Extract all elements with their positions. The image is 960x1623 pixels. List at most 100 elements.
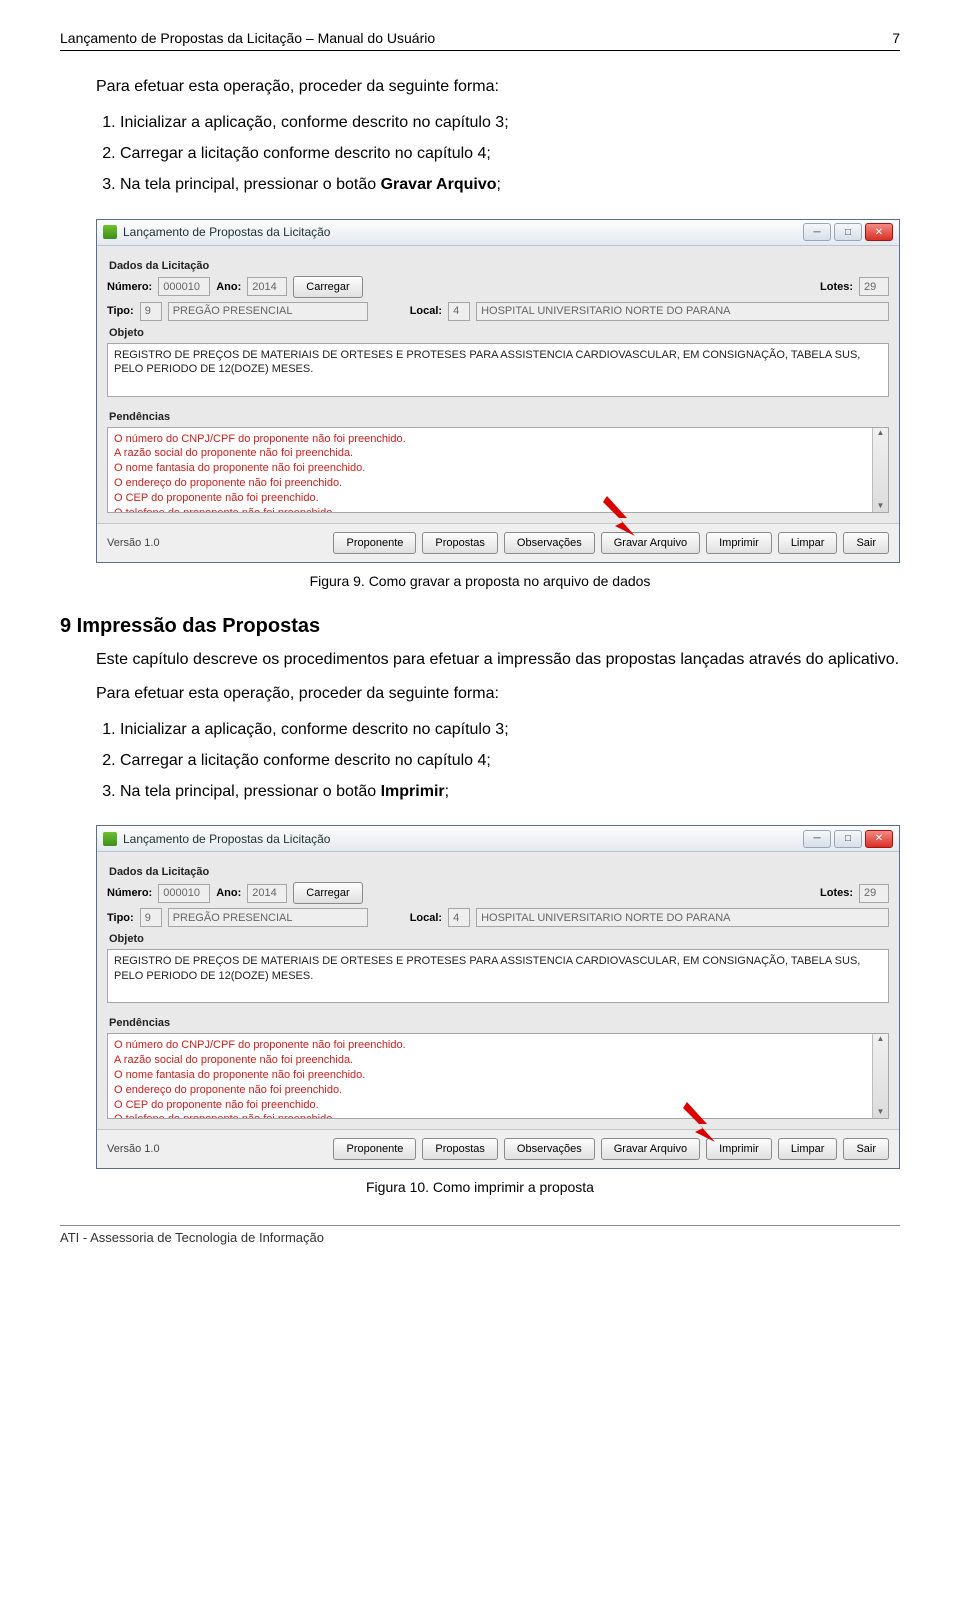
section-9-heading: 9 Impressão das Propostas [60, 615, 900, 638]
step-3-pre: Na tela principal, pressionar o botão [120, 176, 381, 193]
maximize-button[interactable]: □ [834, 830, 862, 848]
bottombar: Versão 1.0 Proponente Propostas Observaç… [97, 523, 899, 562]
app-title: Lançamento de Propostas da Licitação [123, 832, 803, 846]
app-window-2: Lançamento de Propostas da Licitação ─ □… [96, 825, 900, 1169]
gravar-arquivo-button[interactable]: Gravar Arquivo [601, 532, 700, 554]
imprimir-button[interactable]: Imprimir [706, 532, 772, 554]
pend-line: A razão social do proponente não foi pre… [114, 446, 882, 461]
label-ano: Ano: [216, 281, 241, 293]
observacoes-button[interactable]: Observações [504, 1138, 595, 1160]
sair-button[interactable]: Sair [843, 1138, 889, 1160]
step2-2: Carregar a licitação conforme descrito n… [120, 747, 900, 774]
pend-line: O número do CNPJ/CPF do proponente não f… [114, 1038, 882, 1053]
panel: Dados da Licitação Número: 000010 Ano: 2… [97, 246, 899, 523]
label-tipo: Tipo: [107, 305, 134, 317]
propostas-button[interactable]: Propostas [422, 1138, 498, 1160]
steps-list-1: Inicializar a aplicação, conforme descri… [120, 109, 900, 199]
page-header: Lançamento de Propostas da Licitação – M… [60, 30, 900, 51]
field-ano: 2014 [247, 277, 287, 296]
step-3-post: ; [496, 176, 500, 193]
scrollbar[interactable] [872, 1034, 888, 1118]
section-dados-title: Dados da Licitação [109, 866, 889, 878]
step2-3-pre: Na tela principal, pressionar o botão [120, 783, 381, 800]
limpar-button[interactable]: Limpar [778, 1138, 838, 1160]
field-local-name: HOSPITAL UNIVERSITARIO NORTE DO PARANA [476, 302, 889, 321]
maximize-button[interactable]: □ [834, 223, 862, 241]
close-button[interactable]: ✕ [865, 830, 893, 848]
field-tipo-code: 9 [140, 302, 162, 321]
field-numero: 000010 [158, 884, 210, 903]
pendencias-box: O número do CNPJ/CPF do proponente não f… [107, 1033, 889, 1119]
version-label: Versão 1.0 [107, 537, 160, 549]
label-local: Local: [410, 305, 442, 317]
step-3: Na tela principal, pressionar o botão Gr… [120, 171, 900, 198]
proponente-button[interactable]: Proponente [333, 1138, 416, 1160]
field-tipo-code: 9 [140, 908, 162, 927]
app-icon [103, 832, 117, 846]
app-title: Lançamento de Propostas da Licitação [123, 225, 803, 239]
intro-paragraph: Para efetuar esta operação, proceder da … [96, 75, 900, 99]
label-numero: Número: [107, 887, 152, 899]
sair-button[interactable]: Sair [843, 532, 889, 554]
scrollbar[interactable] [872, 428, 888, 512]
label-lotes: Lotes: [820, 887, 853, 899]
propostas-button[interactable]: Propostas [422, 532, 498, 554]
imprimir-button[interactable]: Imprimir [706, 1138, 772, 1160]
label-local: Local: [410, 912, 442, 924]
field-lotes: 29 [859, 884, 889, 903]
section-objeto-title: Objeto [109, 933, 889, 945]
step2-3-bold: Imprimir [381, 783, 445, 800]
pend-line: O nome fantasia do proponente não foi pr… [114, 461, 882, 476]
figure-10-caption: Figura 10. Como imprimir a proposta [60, 1179, 900, 1195]
window-buttons: ─ □ ✕ [803, 223, 893, 241]
field-ano: 2014 [247, 884, 287, 903]
pend-line: O endereço do proponente não foi preench… [114, 476, 882, 491]
proponente-button[interactable]: Proponente [333, 532, 416, 554]
steps-list-2: Inicializar a aplicação, conforme descri… [120, 716, 900, 806]
titlebar: Lançamento de Propostas da Licitação ─ □… [97, 826, 899, 852]
page-header-title: Lançamento de Propostas da Licitação – M… [60, 30, 435, 46]
observacoes-button[interactable]: Observações [504, 532, 595, 554]
field-lotes: 29 [859, 277, 889, 296]
titlebar: Lançamento de Propostas da Licitação ─ □… [97, 220, 899, 246]
limpar-button[interactable]: Limpar [778, 532, 838, 554]
field-tipo-name: PREGÃO PRESENCIAL [168, 302, 368, 321]
page-number: 7 [892, 30, 900, 46]
version-label: Versão 1.0 [107, 1143, 160, 1155]
label-numero: Número: [107, 281, 152, 293]
section-objeto-title: Objeto [109, 327, 889, 339]
carregar-button[interactable]: Carregar [293, 276, 362, 298]
section-dados-title: Dados da Licitação [109, 260, 889, 272]
field-numero: 000010 [158, 277, 210, 296]
gravar-arquivo-button[interactable]: Gravar Arquivo [601, 1138, 700, 1160]
field-local-name: HOSPITAL UNIVERSITARIO NORTE DO PARANA [476, 908, 889, 927]
step2-1: Inicializar a aplicação, conforme descri… [120, 716, 900, 743]
pend-line: O endereço do proponente não foi preench… [114, 1083, 882, 1098]
minimize-button[interactable]: ─ [803, 223, 831, 241]
step-2: Carregar a licitação conforme descrito n… [120, 140, 900, 167]
pend-line: O CEP do proponente não foi preenchido. [114, 1098, 882, 1113]
pend-line: A razão social do proponente não foi pre… [114, 1053, 882, 1068]
panel: Dados da Licitação Número: 000010 Ano: 2… [97, 852, 899, 1129]
label-lotes: Lotes: [820, 281, 853, 293]
field-local-code: 4 [448, 908, 470, 927]
section-pendencias-title: Pendências [109, 411, 889, 423]
step-3-bold: Gravar Arquivo [381, 176, 497, 193]
app-icon [103, 225, 117, 239]
footer-text: ATI - Assessoria de Tecnologia de Inform… [60, 1230, 324, 1245]
pendencias-box: O número do CNPJ/CPF do proponente não f… [107, 427, 889, 513]
page-footer: ATI - Assessoria de Tecnologia de Inform… [60, 1225, 900, 1245]
step2-3: Na tela principal, pressionar o botão Im… [120, 778, 900, 805]
carregar-button[interactable]: Carregar [293, 882, 362, 904]
section-pendencias-title: Pendências [109, 1017, 889, 1029]
pend-line: O CEP do proponente não foi preenchido. [114, 491, 882, 506]
pend-line: O telefone do proponente não foi preench… [114, 506, 882, 513]
minimize-button[interactable]: ─ [803, 830, 831, 848]
section-9-body: Este capítulo descreve os procedimentos … [96, 648, 900, 672]
field-tipo-name: PREGÃO PRESENCIAL [168, 908, 368, 927]
objeto-text: REGISTRO DE PREÇOS DE MATERIAIS DE ORTES… [107, 343, 889, 397]
section-9-intro: Para efetuar esta operação, proceder da … [96, 682, 900, 706]
close-button[interactable]: ✕ [865, 223, 893, 241]
bottombar: Versão 1.0 Proponente Propostas Observaç… [97, 1129, 899, 1168]
label-tipo: Tipo: [107, 912, 134, 924]
